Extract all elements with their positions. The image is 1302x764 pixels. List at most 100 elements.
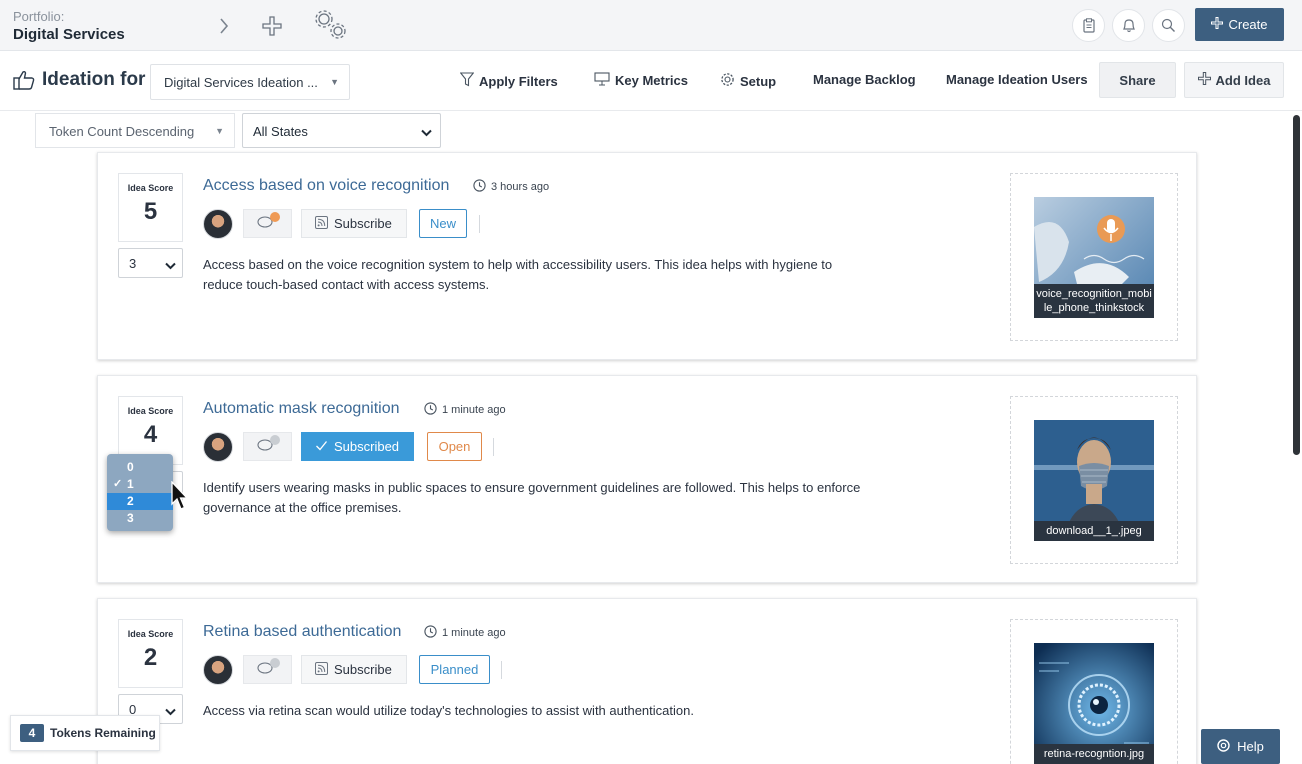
subscribe-button[interactable]: Subscribe — [301, 655, 407, 684]
manage-backlog-label: Manage Backlog — [813, 72, 916, 87]
tokens-remaining-label: Tokens Remaining — [50, 726, 156, 740]
subscribed-button[interactable]: Subscribed — [301, 432, 415, 461]
idea-score-value: 4 — [143, 421, 158, 448]
thumbs-up-icon — [13, 70, 35, 95]
plus-icon[interactable] — [261, 15, 283, 37]
add-idea-button[interactable]: Add Idea — [1184, 62, 1284, 98]
bell-icon[interactable] — [1112, 9, 1145, 42]
scrollbar[interactable] — [1293, 115, 1300, 455]
presentation-icon — [594, 72, 610, 89]
project-select[interactable]: Digital Services Ideation ... ▼ — [150, 64, 350, 100]
subscribe-label: Subscribe — [334, 662, 392, 677]
idea-description: Access via retina scan would utilize tod… — [203, 703, 694, 718]
clock-icon — [424, 625, 437, 641]
clock-icon — [424, 402, 437, 418]
dropdown-option-label: 2 — [127, 494, 134, 508]
page-title: Ideation for — [42, 69, 146, 90]
gear-icon — [720, 72, 735, 90]
idea-description: Identify users wearing masks in public s… — [203, 480, 861, 515]
checkmark-icon: ✓ — [113, 478, 123, 490]
comments-button[interactable] — [243, 655, 292, 684]
setup-button[interactable]: Setup — [720, 72, 776, 90]
comments-icon — [255, 657, 281, 682]
rss-icon — [315, 215, 328, 232]
caret-down-icon: ▼ — [330, 77, 339, 87]
dropdown-option[interactable]: 0 — [107, 459, 173, 476]
avatar[interactable] — [203, 432, 233, 462]
settings-gears-icon[interactable] — [313, 8, 349, 42]
idea-image[interactable]: download__1_.jpeg — [1034, 420, 1154, 541]
idea-score-label: Idea Score — [127, 629, 174, 639]
plus-icon — [1197, 72, 1211, 88]
portfolio-name[interactable]: Digital Services — [13, 26, 125, 43]
manage-ideation-users-button[interactable]: Manage Ideation Users — [946, 72, 1088, 87]
time-text: 1 minute ago — [442, 627, 506, 639]
dropdown-option-highlighted[interactable]: 2 — [107, 493, 173, 510]
filter-icon — [459, 72, 475, 90]
subscribe-button[interactable]: Subscribe — [301, 209, 407, 238]
state-badge[interactable]: Planned — [419, 655, 490, 684]
share-button[interactable]: Share — [1099, 62, 1176, 98]
idea-score-value: 5 — [143, 198, 158, 225]
subscribe-label: Subscribe — [334, 216, 392, 231]
avatar[interactable] — [203, 209, 233, 239]
subscribed-label: Subscribed — [334, 439, 400, 454]
chevron-right-icon[interactable] — [215, 15, 233, 37]
ideation-header: Ideation for Digital Services Ideation .… — [0, 51, 1302, 111]
idea-image-frame[interactable]: retina-recogntion.jpg — [1010, 619, 1178, 764]
rss-icon — [315, 661, 328, 678]
chevron-down-icon — [165, 704, 176, 719]
idea-title-link[interactable]: Retina based authentication — [203, 623, 401, 641]
sort-select[interactable]: Token Count Descending ▼ — [35, 113, 235, 148]
state-badge[interactable]: Open — [427, 432, 482, 461]
token-select-value: 3 — [129, 256, 137, 271]
help-label: Help — [1237, 739, 1264, 754]
portfolio-label: Portfolio: — [13, 9, 65, 24]
idea-score-box: Idea Score 5 — [118, 173, 183, 242]
idea-title-link[interactable]: Access based on voice recognition — [203, 177, 449, 195]
dropdown-option-label: 1 — [127, 477, 134, 491]
check-icon — [315, 439, 328, 455]
idea-time: 1 minute ago — [424, 625, 506, 641]
idea-image[interactable]: voice_recognition_mobile_phone_thinkstoc… — [1034, 197, 1154, 318]
token-select-dropdown[interactable]: 0 ✓ 1 2 3 — [107, 454, 173, 531]
idea-title-link[interactable]: Automatic mask recognition — [203, 400, 400, 418]
token-count-badge: 4 — [20, 724, 44, 742]
apply-filters-button[interactable]: Apply Filters — [459, 72, 558, 90]
clipboard-icon[interactable] — [1072, 9, 1105, 42]
plus-icon — [1211, 17, 1224, 32]
state-filter-select[interactable]: All States — [242, 113, 441, 148]
idea-image-frame[interactable]: voice_recognition_mobile_phone_thinkstoc… — [1010, 173, 1178, 341]
apply-filters-label: Apply Filters — [479, 73, 558, 89]
image-caption: retina-recogntion.jpg — [1034, 744, 1154, 764]
comments-button[interactable] — [243, 209, 292, 238]
dropdown-option[interactable]: ✓ 1 — [107, 476, 173, 493]
key-metrics-button[interactable]: Key Metrics — [594, 72, 688, 89]
sort-select-value: Token Count Descending — [49, 124, 195, 139]
idea-score-value: 2 — [143, 644, 158, 671]
idea-image[interactable]: retina-recogntion.jpg — [1034, 643, 1154, 764]
key-metrics-label: Key Metrics — [615, 73, 688, 88]
clock-icon — [473, 179, 486, 195]
tokens-remaining: 4 Tokens Remaining — [10, 715, 160, 751]
idea-description: Access based on the voice recognition sy… — [203, 257, 833, 292]
dropdown-option[interactable]: 3 — [107, 510, 173, 527]
manage-backlog-button[interactable]: Manage Backlog — [813, 72, 916, 87]
idea-score-label: Idea Score — [127, 183, 174, 193]
mouse-cursor-icon — [171, 480, 189, 516]
create-button[interactable]: Create — [1195, 8, 1284, 41]
comments-icon — [255, 434, 281, 459]
avatar[interactable] — [203, 655, 233, 685]
idea-image-frame[interactable]: download__1_.jpeg — [1010, 396, 1178, 564]
dropdown-option-label: 3 — [127, 511, 134, 525]
state-badge[interactable]: New — [419, 209, 467, 238]
help-button[interactable]: Help — [1201, 729, 1280, 764]
create-label: Create — [1228, 17, 1268, 32]
help-icon — [1217, 738, 1230, 755]
idea-time: 1 minute ago — [424, 402, 506, 418]
comments-button[interactable] — [243, 432, 292, 461]
search-icon[interactable] — [1152, 9, 1185, 42]
state-filter-value: All States — [253, 124, 308, 139]
token-select[interactable]: 3 — [118, 248, 183, 278]
idea-score-box: Idea Score 2 — [118, 619, 183, 688]
